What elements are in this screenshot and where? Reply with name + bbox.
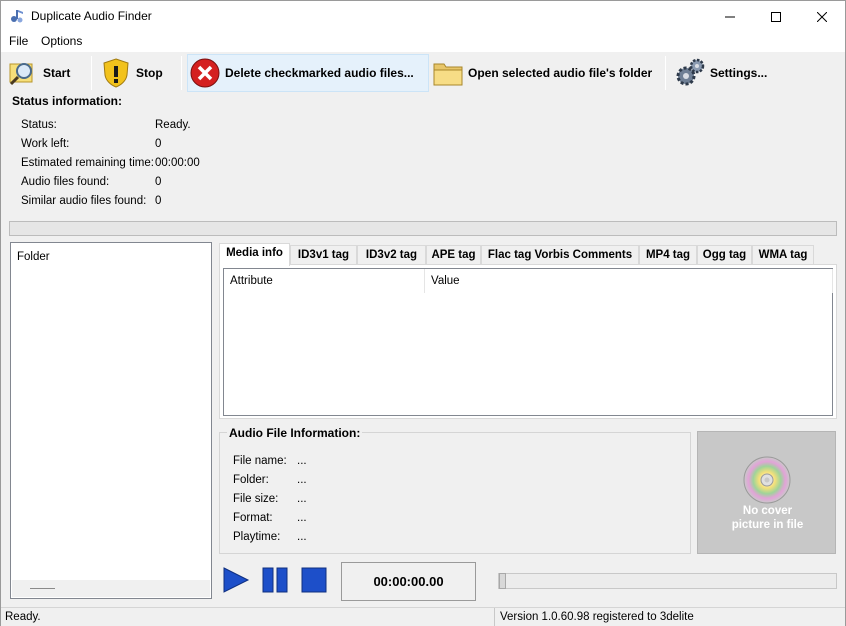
play-icon xyxy=(223,567,250,593)
cover-art-panel: No cover picture in file xyxy=(697,431,836,554)
tab-ogg[interactable]: Ogg tag xyxy=(697,245,752,265)
folder-horizontal-scrollbar[interactable] xyxy=(12,580,210,597)
status-value: Ready. xyxy=(155,119,191,131)
scan-progress-bar xyxy=(9,221,837,236)
file-size-value: ... xyxy=(297,493,307,505)
toolbar: Start Stop Delete checkmarked audio file… xyxy=(1,52,845,94)
open-folder-button[interactable]: Open selected audio file's folder xyxy=(431,54,659,92)
seek-slider-thumb[interactable] xyxy=(499,573,506,589)
warning-shield-icon xyxy=(99,56,133,90)
app-icon xyxy=(9,8,25,24)
menu-options[interactable]: Options xyxy=(41,34,82,48)
tab-ape[interactable]: APE tag xyxy=(426,245,481,265)
no-cover-line2: picture in file xyxy=(731,519,804,531)
playtime-label: Playtime: xyxy=(233,531,281,543)
pause-icon xyxy=(262,567,288,593)
folder-header: Folder xyxy=(17,251,50,263)
similar-files-found-label: Similar audio files found: xyxy=(21,195,147,207)
magnifier-icon xyxy=(6,56,40,90)
work-left-value: 0 xyxy=(155,138,162,150)
column-value[interactable]: Value xyxy=(425,269,833,293)
remaining-time-label: Estimated remaining time: xyxy=(21,157,154,169)
playback-time-display: 00:00:00.00 xyxy=(341,562,476,601)
status-bar-message: Ready. xyxy=(1,608,495,626)
menu-bar: File Options xyxy=(1,32,845,52)
window-title: Duplicate Audio Finder xyxy=(31,9,152,23)
remaining-time-value: 00:00:00 xyxy=(155,157,200,169)
stop-button[interactable]: Stop xyxy=(99,54,174,92)
stop-icon xyxy=(301,567,327,593)
delete-icon xyxy=(188,56,222,90)
cd-icon xyxy=(743,456,791,507)
maximize-icon xyxy=(771,11,781,22)
stop-playback-button[interactable] xyxy=(299,565,329,595)
maximize-button[interactable] xyxy=(753,1,799,32)
column-attribute[interactable]: Attribute xyxy=(224,269,425,293)
playtime-value: ... xyxy=(297,531,307,543)
settings-label: Settings... xyxy=(710,66,768,80)
delete-checkmarked-button[interactable]: Delete checkmarked audio files... xyxy=(187,54,429,92)
folder-icon xyxy=(431,56,465,90)
status-bar: Ready. Version 1.0.60.98 registered to 3… xyxy=(1,607,845,626)
file-name-value: ... xyxy=(297,455,307,467)
tab-flac-vorbis[interactable]: Flac tag Vorbis Comments xyxy=(481,245,639,265)
audio-file-info-group xyxy=(219,432,691,554)
start-button[interactable]: Start xyxy=(6,54,86,92)
tab-media-info[interactable]: Media info xyxy=(219,243,290,266)
play-button[interactable] xyxy=(221,565,251,595)
status-group-title: Status information: xyxy=(12,94,122,108)
audio-info-title: Audio File Information: xyxy=(227,426,363,440)
status-label: Status: xyxy=(21,119,57,131)
media-info-list[interactable]: Attribute Value xyxy=(223,268,833,416)
status-bar-version: Version 1.0.60.98 registered to 3delite xyxy=(500,611,694,623)
file-size-label: File size: xyxy=(233,493,279,505)
open-folder-label: Open selected audio file's folder xyxy=(468,66,653,80)
minimize-icon xyxy=(725,16,735,17)
folder-tree-panel[interactable]: Folder xyxy=(10,242,212,599)
media-info-tab-content: Attribute Value xyxy=(219,264,837,419)
similar-files-found-value: 0 xyxy=(155,195,162,207)
folder-value: ... xyxy=(297,474,307,486)
toolbar-separator xyxy=(665,56,666,90)
start-label: Start xyxy=(43,66,71,80)
tab-wma[interactable]: WMA tag xyxy=(752,245,814,265)
scrollbar-thumb[interactable] xyxy=(30,588,55,589)
minimize-button[interactable] xyxy=(707,1,753,32)
audio-files-found-label: Audio files found: xyxy=(21,176,110,188)
no-cover-line1: No cover xyxy=(742,505,793,517)
close-button[interactable] xyxy=(799,1,845,32)
seek-slider[interactable] xyxy=(498,573,837,589)
toolbar-separator xyxy=(181,56,182,90)
folder-label: Folder: xyxy=(233,474,269,486)
tab-mp4[interactable]: MP4 tag xyxy=(639,245,697,265)
delete-label: Delete checkmarked audio files... xyxy=(225,66,414,80)
format-value: ... xyxy=(297,512,307,524)
audio-files-found-value: 0 xyxy=(155,176,162,188)
pause-button[interactable] xyxy=(260,565,290,595)
tab-id3v1[interactable]: ID3v1 tag xyxy=(290,245,357,265)
file-name-label: File name: xyxy=(233,455,287,467)
close-icon xyxy=(817,11,827,22)
toolbar-separator xyxy=(91,56,92,90)
gears-icon xyxy=(673,56,707,90)
tab-id3v2[interactable]: ID3v2 tag xyxy=(357,245,426,265)
settings-button[interactable]: Settings... xyxy=(673,54,773,92)
app-window: Duplicate Audio Finder File Options Star… xyxy=(0,0,846,626)
menu-file[interactable]: File xyxy=(9,34,28,48)
format-label: Format: xyxy=(233,512,273,524)
work-left-label: Work left: xyxy=(21,138,70,150)
stop-label: Stop xyxy=(136,66,163,80)
title-bar: Duplicate Audio Finder xyxy=(1,1,845,32)
